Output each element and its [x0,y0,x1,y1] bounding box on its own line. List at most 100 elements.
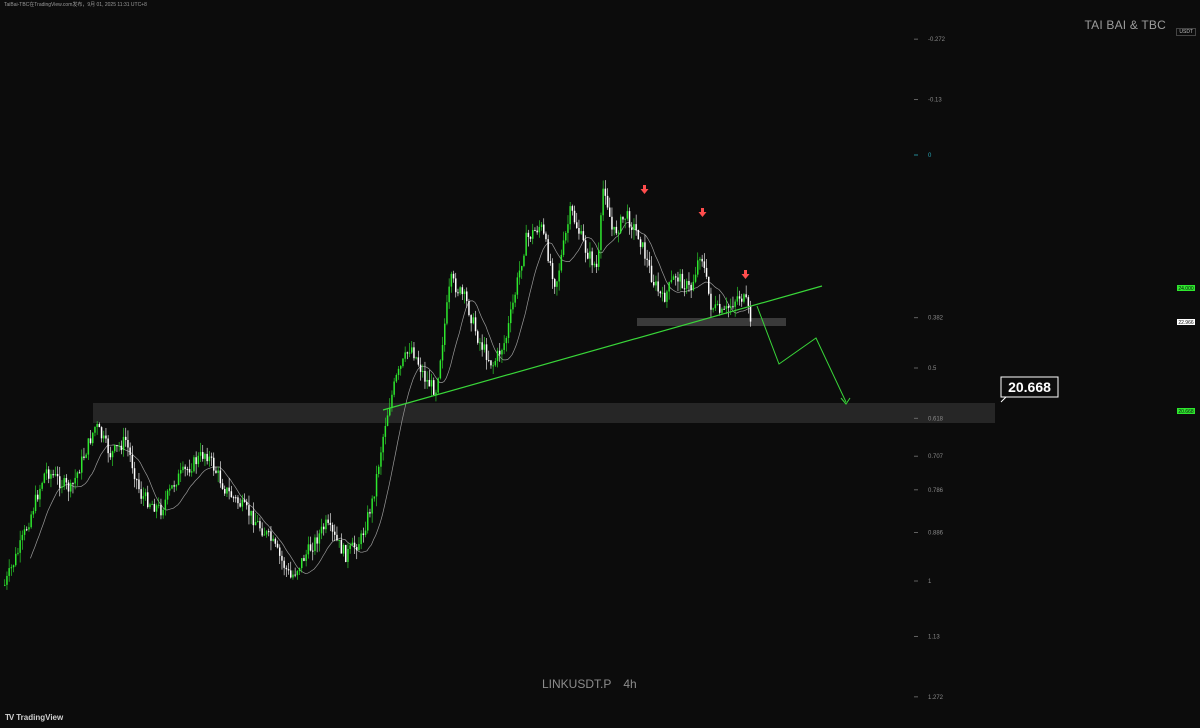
candle-body [175,485,178,487]
candle-body [45,469,48,474]
candle-body [543,224,545,234]
candle-body [479,342,481,344]
candle-body [593,263,596,266]
candle-body [360,533,362,545]
candle-body [650,265,653,283]
candle-body [105,435,107,439]
candle-body [584,240,587,253]
fib-level-label: 0 [928,153,932,159]
candle-body [228,487,230,492]
candle-body [162,509,164,516]
candle-body [116,445,118,447]
candle-body [142,496,145,499]
candle-body [153,503,156,512]
candle-body [558,270,560,282]
candle-body [448,286,450,303]
candle-body [215,470,217,473]
candle-body [52,474,54,476]
major-support-zone [93,403,995,423]
price-chart[interactable]: -0.272 -0.13 0 0.382 0.5 0.618 0.707 0.786 0.886… [0,0,1200,728]
timeframe-label: 4h [623,677,637,691]
fib-level-label: 1 [928,579,932,585]
tradingview-logo-icon: TV [5,713,14,722]
candle-body [413,347,415,359]
candle-body [235,497,237,499]
candle-body [411,347,413,353]
candle-body [745,294,747,298]
candle-body [545,233,547,240]
candle-body [316,537,318,544]
candle-body [323,526,325,530]
candle-body [345,544,347,562]
candle-body [320,526,323,534]
candle-body [32,511,35,515]
candle-body [604,188,607,196]
candle-body [39,488,41,500]
candle-body [281,555,283,561]
candle-body [532,230,534,239]
candle-body [598,249,600,267]
candle-body [56,473,59,477]
candle-body [318,533,321,544]
target-price-callout[interactable]: 20.668 [1000,376,1059,403]
candle-body [639,239,642,247]
candle-body [602,188,604,216]
candle-body [492,365,494,367]
candle-body [485,344,488,360]
candle-body [736,296,739,302]
candle-body [202,452,204,459]
candle-body [389,408,391,416]
candle-body [549,261,552,264]
chart-frame: TaiBai-TBC在TradingView.com发布，9月 01, 2025… [0,0,1200,728]
candle-body [576,222,578,229]
candle-body [529,236,532,239]
candle-body [668,282,670,292]
candle-body [61,486,63,488]
fib-level-label: -0.13 [928,98,942,104]
svg-text:22.966: 22.966 [1178,320,1194,326]
candle-body [76,472,79,478]
candle-body [571,206,574,211]
candle-body [653,282,655,286]
candle-body [347,548,349,562]
price-badge: 22.966 [1177,319,1195,326]
tradingview-logo[interactable]: TV TradingView [5,713,63,722]
candle-body [353,542,356,548]
candle-body [457,292,459,294]
candle-body [369,512,371,514]
candle-body [437,378,439,393]
candle-body [620,216,622,233]
candle-body [540,224,543,228]
candle-body [710,293,712,310]
candle-body [144,492,147,497]
candle-body [250,510,252,516]
candle-body [505,337,508,344]
candle-body [140,489,142,499]
candle-body [30,514,32,528]
candle-body [518,270,521,278]
candle-body [503,343,505,350]
candle-body [560,254,563,271]
candle-body [89,438,92,444]
candle-body [364,530,367,535]
price-badge: 24.000 [1177,285,1195,292]
candle-body [303,558,305,561]
candle-body [340,539,343,554]
candle-body [393,381,395,395]
candle-body [716,303,719,305]
tradingview-logo-text: TradingView [16,713,64,722]
candle-body [147,492,149,508]
candle-body [204,453,206,459]
candle-body [254,521,257,526]
candle-body [626,211,629,219]
candle-body [265,531,268,535]
candle-body [329,522,332,525]
candle-body [749,305,752,322]
candle-body [512,302,514,310]
candle-body [747,297,750,306]
candle-body [694,274,697,282]
sell-arrow-icon [741,270,750,279]
candle-body [499,350,501,355]
candle-body [74,477,76,484]
candle-body [133,468,136,480]
